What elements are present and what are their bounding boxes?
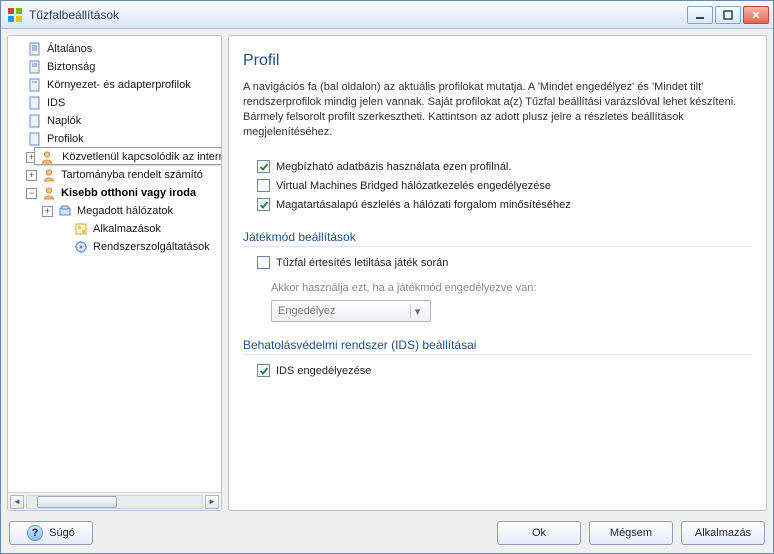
scroll-right-button[interactable]: ► (205, 495, 219, 509)
window-body: Általános Biztonság Környezet- és adapte… (1, 29, 773, 553)
apply-label: Alkalmazás (695, 527, 751, 539)
collapse-icon[interactable]: − (26, 188, 37, 199)
tree-label: Naplók (47, 112, 81, 130)
ok-button[interactable]: Ok (497, 521, 581, 545)
game-mode-select[interactable]: Engedélyez ▾ (271, 300, 431, 322)
expand-icon[interactable]: + (26, 170, 37, 181)
tree-label: Alkalmazások (93, 220, 161, 238)
tree-item-networks[interactable]: + Megadott hálózatok (8, 202, 221, 220)
titlebar: Tűzfalbeállítások (1, 1, 773, 29)
behavior-label: Magatartásalapú észlelés a hálózati forg… (276, 199, 571, 211)
behavior-checkbox[interactable] (257, 198, 270, 211)
tree-label: Profilok (47, 130, 84, 148)
vm-bridged-label: Virtual Machines Bridged hálózatkezelés … (276, 180, 551, 192)
tree-item-profiles[interactable]: Profilok (8, 130, 221, 148)
window-title: Tűzfalbeállítások (29, 8, 687, 22)
trusted-db-row: Megbízható adatbázis használata ezen pro… (257, 160, 752, 173)
page-title: Profil (243, 52, 752, 70)
tree-label: Kisebb otthoni vagy iroda (61, 184, 196, 202)
close-button[interactable] (743, 6, 769, 24)
maximize-button[interactable] (715, 6, 741, 24)
game-mode-select-value: Engedélyez (278, 305, 336, 317)
tree-item-small-office[interactable]: − Kisebb otthoni vagy iroda (8, 184, 221, 202)
scroll-thumb[interactable] (37, 496, 117, 508)
ids-section-title: Behatolásvédelmi rendszer (IDS) beállítá… (243, 338, 752, 355)
document-icon (27, 59, 43, 75)
user-icon (41, 167, 57, 183)
tree-item-services[interactable]: Rendszerszolgáltatások (8, 238, 221, 256)
tree-item-ids[interactable]: IDS (8, 94, 221, 112)
trusted-db-checkbox[interactable] (257, 160, 270, 173)
app-icon (7, 7, 23, 23)
footer-bar: ? Súgó Ok Mégsem Alkalmazás (7, 517, 767, 547)
tree-label: Megadott hálózatok (77, 202, 173, 220)
network-icon (57, 203, 73, 219)
trusted-db-label: Megbízható adatbázis használata ezen pro… (276, 161, 511, 173)
game-hint: Akkor használja ezt, ha a játékmód enged… (271, 282, 752, 294)
tree-item-direct-internet[interactable]: + Közvetlenül kapcsolódik az internetre … (8, 148, 221, 166)
chevron-down-icon: ▾ (410, 304, 424, 318)
document-icon (27, 77, 43, 93)
vm-bridged-checkbox[interactable] (257, 179, 270, 192)
cancel-label: Mégsem (610, 527, 652, 539)
tree-item-security[interactable]: Biztonság (8, 58, 221, 76)
content-panel: Profil A navigációs fa (bal oldalon) az … (228, 35, 767, 511)
vm-bridged-row: Virtual Machines Bridged hálózatkezelés … (257, 179, 752, 192)
twisty-none (12, 44, 23, 55)
tree-label: Biztonság (47, 58, 95, 76)
user-icon (41, 185, 57, 201)
ids-enable-label: IDS engedélyezése (276, 365, 371, 377)
tree-item-domain[interactable]: + Tartományba rendelt számító (8, 166, 221, 184)
tree-label: Általános (47, 40, 92, 58)
minimize-button[interactable] (687, 6, 713, 24)
game-notify-label: Tűzfal értesítés letiltása játék során (276, 257, 448, 269)
services-icon (73, 239, 89, 255)
page-description: A navigációs fa (bal oldalon) az aktuáli… (243, 80, 752, 139)
tree-item-env-profiles[interactable]: Környezet- és adapterprofilok (8, 76, 221, 94)
nav-tree-panel: Általános Biztonság Környezet- és adapte… (7, 35, 222, 511)
document-icon (27, 41, 43, 57)
help-label: Súgó (49, 527, 75, 539)
ok-label: Ok (532, 527, 546, 539)
window-frame: Tűzfalbeállítások Általános (0, 0, 774, 554)
cancel-button[interactable]: Mégsem (589, 521, 673, 545)
document-icon (27, 113, 43, 129)
tree-item-logs[interactable]: Naplók (8, 112, 221, 130)
game-notify-checkbox[interactable] (257, 256, 270, 269)
behavior-row: Magatartásalapú észlelés a hálózati forg… (257, 198, 752, 211)
help-icon: ? (27, 525, 43, 541)
scroll-left-button[interactable]: ◄ (10, 495, 24, 509)
document-icon (27, 131, 43, 147)
user-icon (39, 149, 55, 165)
nav-tree[interactable]: Általános Biztonság Környezet- és adapte… (8, 36, 221, 492)
tree-hscrollbar[interactable]: ◄ ► (8, 492, 221, 510)
tooltip-text: Közvetlenül kapcsolódik az internetre (62, 151, 221, 163)
scroll-track[interactable] (26, 495, 203, 509)
expand-icon[interactable]: + (42, 206, 53, 217)
tree-label: IDS (47, 94, 65, 112)
tree-item-apps[interactable]: Alkalmazások (8, 220, 221, 238)
ids-enable-row: IDS engedélyezése (257, 364, 752, 377)
tree-label: Tartományba rendelt számító (61, 166, 203, 184)
tree-label: Rendszerszolgáltatások (93, 238, 210, 256)
tree-item-general[interactable]: Általános (8, 40, 221, 58)
panels: Általános Biztonság Környezet- és adapte… (7, 35, 767, 511)
ids-enable-checkbox[interactable] (257, 364, 270, 377)
tree-label: Környezet- és adapterprofilok (47, 76, 191, 94)
game-section-title: Játékmód beállítások (243, 230, 752, 247)
tree-item-tooltip: Közvetlenül kapcsolódik az internetre (34, 147, 221, 165)
window-controls (687, 6, 769, 24)
document-icon (27, 95, 43, 111)
help-button[interactable]: ? Súgó (9, 521, 93, 545)
applications-icon (73, 221, 89, 237)
apply-button[interactable]: Alkalmazás (681, 521, 765, 545)
game-notify-row: Tűzfal értesítés letiltása játék során (257, 256, 752, 269)
